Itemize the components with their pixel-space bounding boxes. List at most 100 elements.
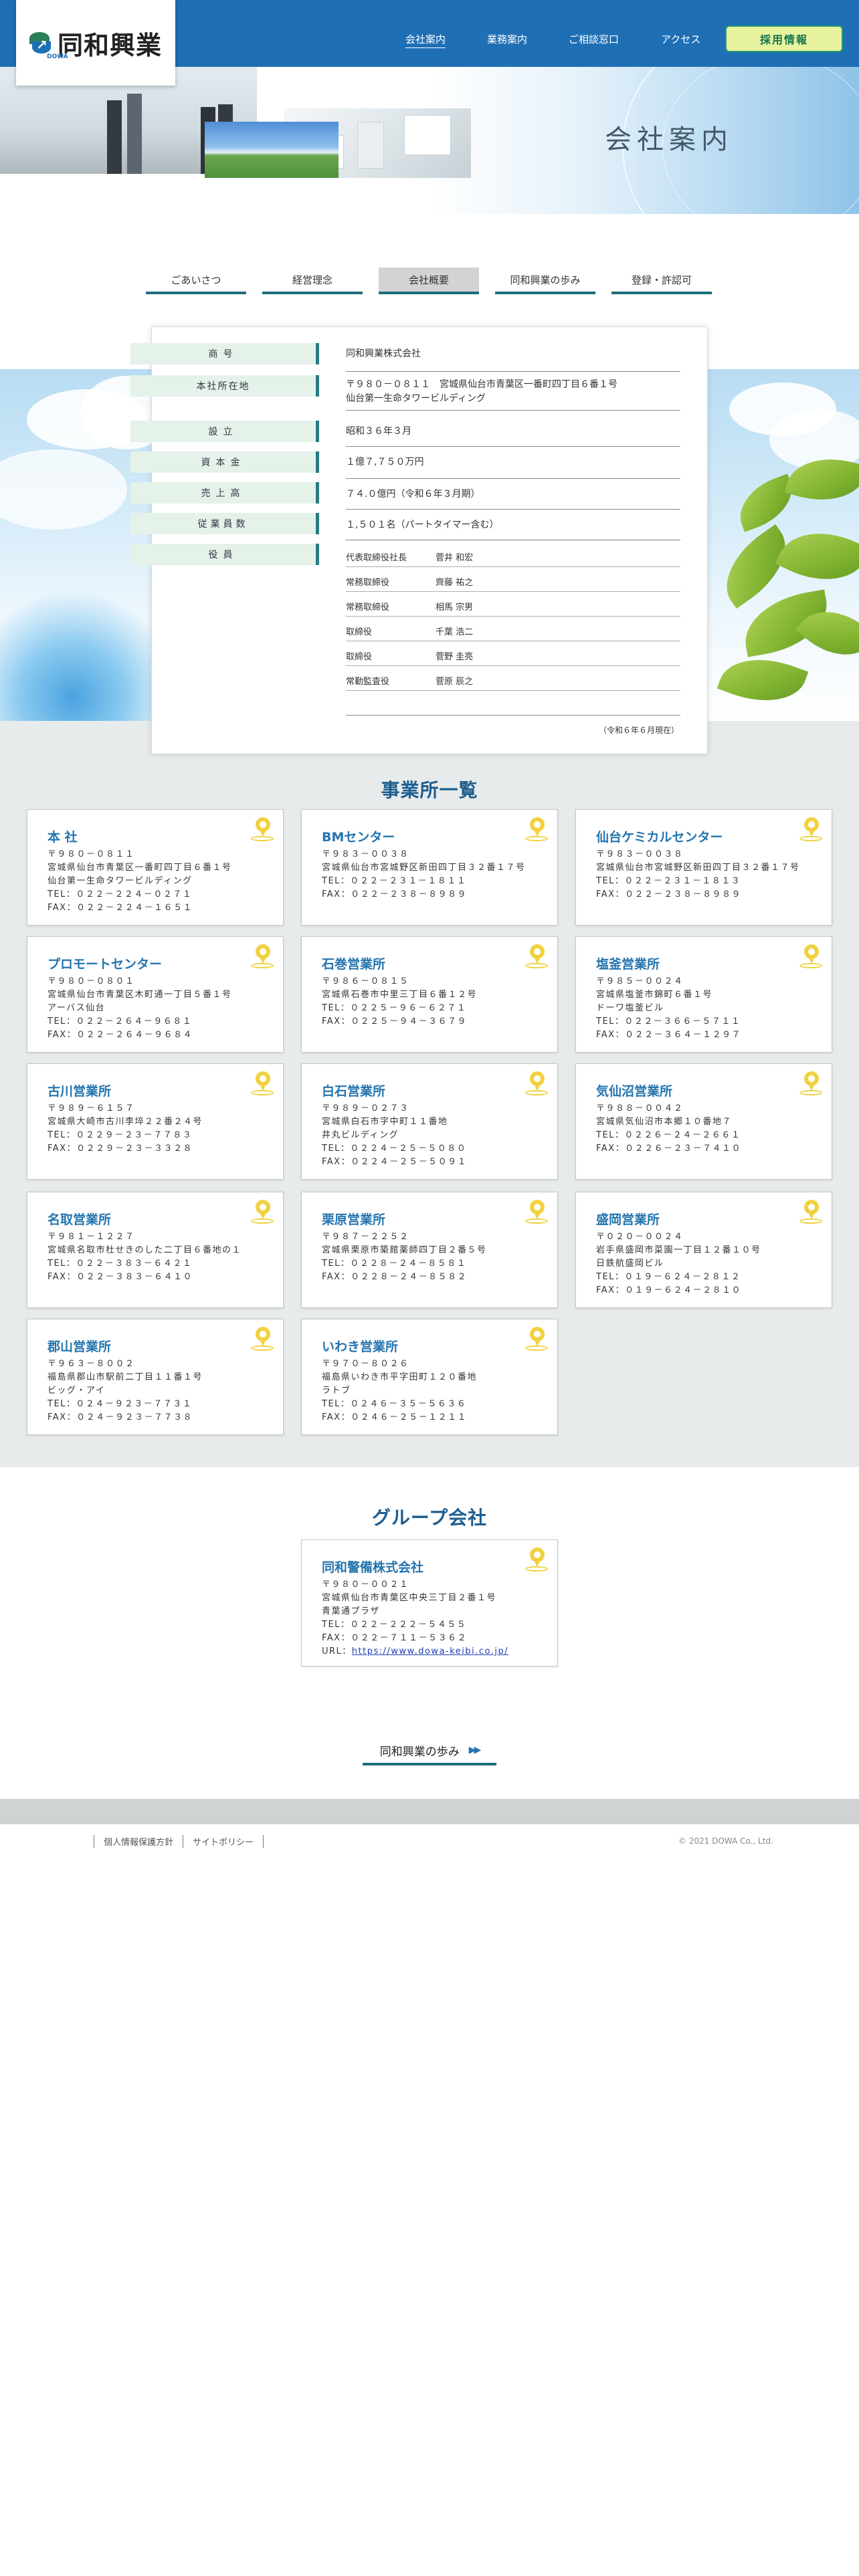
head-office-address: 〒９８０－０８１１ 宮城県仙台市青葉区一番町四丁目６番１号: [346, 379, 617, 390]
offices-title: 事業所一覧: [381, 779, 478, 801]
group-company-name: 同和警備株式会社: [322, 1560, 424, 1575]
recruit-button[interactable]: 採用情報: [725, 25, 843, 52]
site-logo[interactable]: ↗ 同和興業 DOWA: [16, 0, 175, 86]
office-detail-line: FAX：０２４６－２５－１２１１: [322, 1412, 468, 1422]
office-detail-line: 福島県郡山市駅前二丁目１１番１号: [47, 1372, 203, 1382]
office-name: BMセンター: [322, 830, 395, 845]
office-detail-line: 宮城県石巻市中里三丁目６番１２号: [322, 990, 478, 1000]
group-postal: 〒９８０－００２１: [322, 1580, 409, 1590]
nav-company[interactable]: 会社案内: [405, 32, 446, 48]
office-detail-line: FAX：０２２４－２５－５０９１: [322, 1157, 468, 1167]
office-detail-line: TEL：０２２－２３１－１８１３: [596, 876, 741, 886]
group-url-link[interactable]: https://www.dowa-keibi.co.jp/: [352, 1646, 508, 1656]
location-pin-icon: [251, 815, 274, 842]
office-card: 白石営業所 〒９８９－０２７３ 宮城県白石市字中町１１番地 井丸ビルディング TEL：０…: [301, 1063, 558, 1180]
office-card: 仙台ケミカルセンター 〒９８３－００３８ 宮城県仙台市宮城野区新田四丁目３２番１７号…: [575, 809, 832, 926]
office-detail-line: 〒９７０－８０２６: [322, 1359, 409, 1369]
office-detail-line: FAX：０２２－３６４－１２９７: [596, 1030, 742, 1040]
office-detail-line: FAX：０２２－２３８－８９８９: [322, 889, 468, 899]
company-overview-table: 商号 同和興業株式会社 本社所在地 〒９８０－０８１１ 宮城県仙台市青葉区一番町…: [130, 326, 708, 754]
office-detail-line: 〒９８８－００４２: [596, 1103, 684, 1113]
location-pin-icon: [799, 1198, 822, 1224]
office-detail-line: FAX：０２４－９２３－７７３８: [47, 1412, 193, 1422]
value-employees: １,５０１名（パートタイマー含む）: [346, 520, 499, 530]
officer-role: 代表取締役社長: [346, 553, 407, 563]
office-detail-line: TEL：０２２－２６４－９６８１: [47, 1016, 193, 1027]
office-detail-line: 宮城県名取市杜せきのした二丁目６番地の１: [47, 1245, 242, 1255]
office-detail-line: 〒９８７－２２５２: [322, 1232, 409, 1242]
office-detail-line: TEL：０２２－３６６－５７１１: [596, 1016, 741, 1027]
footer-link-site-policy[interactable]: サイトポリシー: [183, 1835, 264, 1848]
section-tabs: ごあいさつ 経営理念 会社概要 同和興業の歩み 登録・許認可: [0, 267, 859, 294]
office-detail-line: TEL：０２２５－９６－６２７１: [322, 1003, 467, 1013]
location-pin-icon: [251, 1069, 274, 1096]
office-name: 名取営業所: [47, 1212, 112, 1227]
office-card: 本 社〒９８０－０８１１ 宮城県仙台市青葉区一番町四丁目６番１号 仙台第一生命タワー…: [27, 809, 284, 926]
office-detail-line: TEL：０２２－３８３－６４２１: [47, 1259, 193, 1269]
tab-philosophy[interactable]: 経営理念: [262, 267, 363, 294]
office-detail-line: TEL：０２２４－２５－５０８０: [322, 1144, 467, 1154]
label-sales: 売上高: [130, 482, 319, 504]
logo-text: 同和興業: [57, 30, 162, 60]
location-pin-icon: [251, 942, 274, 969]
copyright: © 2021 DOWA Co., Ltd.: [678, 1836, 773, 1846]
footer-links: 個人情報保護方針 サイトポリシー: [94, 1835, 264, 1848]
location-pin-icon: [799, 815, 822, 842]
office-detail-line: 宮城県白石市字中町１１番地: [322, 1117, 448, 1127]
office-name: 仙台ケミカルセンター: [596, 830, 723, 845]
office-name: 白石営業所: [322, 1084, 386, 1099]
group-company-card: 同和警備株式会社 〒９８０－００２１ 宮城県仙台市青葉区中央三丁目２番１号 青葉…: [301, 1539, 558, 1667]
office-name: プロモートセンター: [47, 957, 163, 972]
location-pin-icon: [525, 942, 548, 969]
office-detail-line: FAX：０２２－２２４－１６５１: [47, 903, 193, 913]
history-link-button[interactable]: 同和興業の歩み ▶▶: [363, 1737, 496, 1765]
office-card: 栗原営業所 〒９８７－２２５２ 宮城県栗原市築館薬師四丁目２番５号 TEL：０２２８－…: [301, 1192, 558, 1308]
value-trade-name: 同和興業株式会社: [346, 348, 421, 359]
tab-licenses[interactable]: 登録・許認可: [611, 267, 712, 294]
office-detail-line: 宮城県仙台市宮城野区新田四丁目３２番１７号: [596, 863, 800, 873]
office-detail-line: 〒９８９－６１５７: [47, 1103, 135, 1113]
office-detail-line: 〒９８５－００２４: [596, 976, 684, 986]
office-detail-line: 〒０２０－００２４: [596, 1232, 684, 1242]
label-employees: 従業員数: [130, 513, 319, 534]
office-detail-line: 宮城県仙台市青葉区木町通一丁目５番１号: [47, 990, 232, 1000]
nav-consult[interactable]: ご相談窓口: [569, 32, 619, 46]
nav-access[interactable]: アクセス: [661, 32, 700, 46]
office-detail-line: FAX：０２２－３８３－６４１０: [47, 1272, 193, 1282]
office-detail-line: 宮城県仙台市青葉区一番町四丁目６番１号: [47, 863, 232, 873]
office-card: 郡山営業所 〒９６３－８００２ 福島県郡山市駅前二丁目１１番１号 ビッグ・アイ TEL：…: [27, 1319, 284, 1435]
office-detail-line: FAX：０２２－２３８－８９８９: [596, 889, 742, 899]
nav-services[interactable]: 業務案内: [487, 32, 527, 46]
office-detail-line: 〒９８３－００３８: [322, 849, 409, 859]
tab-greeting[interactable]: ごあいさつ: [146, 267, 246, 294]
office-name: 気仙沼営業所: [596, 1084, 673, 1099]
location-pin-icon: [525, 1069, 548, 1096]
office-detail-line: 〒９８６－０８１５: [322, 976, 409, 986]
office-detail-line: TEL：０２２６－２４－２６６１: [596, 1130, 741, 1140]
location-pin-icon: [251, 1198, 274, 1224]
officer-role: 常務取締役: [346, 578, 390, 588]
group-tel: TEL：０２２－２２２－５４５５: [322, 1620, 467, 1630]
page-title: 会社案内: [605, 124, 733, 155]
office-detail-line: 〒９６３－８００２: [47, 1359, 135, 1369]
location-pin-icon: [525, 1545, 548, 1572]
group-url-line: URL：https://www.dowa-keibi.co.jp/: [322, 1645, 557, 1658]
office-detail-line: 宮城県仙台市宮城野区新田四丁目３２番１７号: [322, 863, 526, 873]
office-detail-line: FAX：０２２６－２３－７４１０: [596, 1144, 742, 1154]
office-detail-line: FAX：０１９－６２４－２８１０: [596, 1285, 742, 1295]
officer-role: 常務取締役: [346, 603, 390, 613]
tab-history[interactable]: 同和興業の歩み: [495, 267, 595, 294]
office-name: 石巻営業所: [322, 957, 386, 972]
office-detail-line: 宮城県塩釜市錦町６番１号: [596, 990, 713, 1000]
office-detail-line: ドーワ塩釜ビル: [596, 1003, 664, 1013]
footer-link-privacy[interactable]: 個人情報保護方針: [94, 1835, 183, 1848]
office-detail-line: アーバス仙台: [47, 1003, 106, 1013]
group-url-label: URL：: [322, 1646, 352, 1656]
office-name: 古川営業所: [47, 1084, 112, 1099]
office-name: 栗原営業所: [322, 1212, 386, 1227]
office-detail-line: 井丸ビルディング: [322, 1130, 399, 1140]
office-card: 気仙沼営業所 〒９８８－００４２ 宮城県気仙沼市本郷１０番地７ TEL：０２２６－２４…: [575, 1063, 832, 1180]
tab-overview[interactable]: 会社概要: [379, 267, 479, 294]
dowa-logo-icon: ↗: [29, 31, 52, 55]
history-link-label: 同和興業の歩み: [379, 1745, 460, 1759]
